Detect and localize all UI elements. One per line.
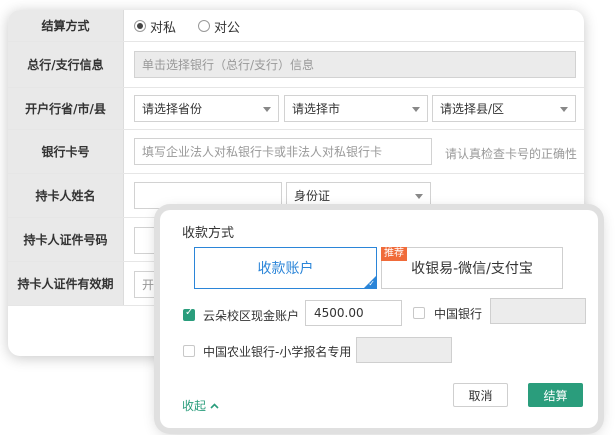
- option-receiving-account[interactable]: 收款账户 ✓: [194, 247, 377, 289]
- chevron-down-icon: [412, 107, 420, 112]
- province-select[interactable]: 请选择省份: [134, 95, 279, 122]
- modal-title: 收款方式: [182, 226, 235, 241]
- payment-method-modal: 收款方式 收款账户 ✓ 推荐 收银易-微信/支付宝 云朵校区现金账户 4500.…: [160, 210, 598, 428]
- chevron-down-icon: [415, 194, 423, 199]
- id-type-select-value: 身份证: [294, 189, 331, 203]
- option-receiving-account-label: 收款账户: [257, 261, 314, 277]
- holder-id-number-label: 持卡人证件号码: [8, 218, 124, 261]
- option-cashier-label: 收银易-微信/支付宝: [411, 261, 533, 277]
- account-checkbox-cash[interactable]: [183, 307, 195, 321]
- settle-button[interactable]: 结算: [528, 383, 583, 407]
- account-checkbox-boc[interactable]: [413, 307, 425, 319]
- cancel-button[interactable]: 取消: [453, 383, 508, 407]
- private-radio-label[interactable]: 对私: [150, 17, 176, 36]
- branch-info-row: 总行/支行信息 单击选择银行（总行/支行）信息: [8, 42, 584, 88]
- collapse-label: 收起: [182, 399, 207, 413]
- city-select-value: 请选择市: [292, 102, 341, 116]
- collapse-link[interactable]: 收起: [182, 397, 219, 414]
- card-number-input[interactable]: 填写企业法人对私银行卡或非法人对私银行卡: [134, 138, 432, 165]
- branch-info-label: 总行/支行信息: [8, 42, 124, 87]
- chevron-down-icon: [560, 107, 568, 112]
- amount-input-cash[interactable]: 4500.00: [305, 300, 402, 326]
- public-radio[interactable]: [198, 20, 210, 32]
- card-number-hint: 请认真检查卡号的正确性: [445, 147, 578, 161]
- province-select-value: 请选择省份: [142, 102, 203, 116]
- recommend-badge: 推荐: [381, 247, 407, 261]
- chevron-up-icon: [210, 402, 219, 409]
- holder-id-validity-label: 持卡人证件有效期: [8, 262, 124, 305]
- card-number-label: 银行卡号: [8, 130, 124, 173]
- account-label-abc: 中国农业银行-小学报名专用: [203, 345, 352, 359]
- id-type-select[interactable]: 身份证: [286, 182, 431, 209]
- county-select-value: 请选择县/区: [440, 102, 505, 116]
- check-icon: ✓: [368, 279, 375, 288]
- branch-info-input[interactable]: 单击选择银行（总行/支行）信息: [134, 51, 576, 78]
- settlement-method-row: 结算方式 对私 对公: [8, 10, 584, 42]
- private-radio[interactable]: [134, 20, 146, 32]
- option-cashier-wechat-alipay[interactable]: 推荐 收银易-微信/支付宝: [381, 247, 563, 289]
- account-checkbox-abc[interactable]: [183, 345, 195, 357]
- public-radio-label[interactable]: 对公: [214, 17, 240, 36]
- county-select[interactable]: 请选择县/区: [432, 95, 576, 122]
- holder-name-label: 持卡人姓名: [8, 174, 124, 217]
- account-label-cash: 云朵校区现金账户: [203, 309, 300, 323]
- city-select[interactable]: 请选择市: [284, 95, 428, 122]
- account-region-row: 开户行省/市/县 请选择省份 请选择市 请选择县/区: [8, 88, 584, 130]
- account-region-label: 开户行省/市/县: [8, 88, 124, 129]
- chevron-down-icon: [263, 107, 271, 112]
- amount-input-abc[interactable]: [356, 337, 452, 363]
- account-label-boc: 中国银行: [434, 307, 483, 321]
- holder-name-input[interactable]: [134, 182, 282, 209]
- card-number-row: 银行卡号 填写企业法人对私银行卡或非法人对私银行卡 请认真检查卡号的正确性: [8, 130, 584, 174]
- settlement-method-label: 结算方式: [8, 10, 124, 41]
- amount-input-boc[interactable]: [490, 298, 586, 324]
